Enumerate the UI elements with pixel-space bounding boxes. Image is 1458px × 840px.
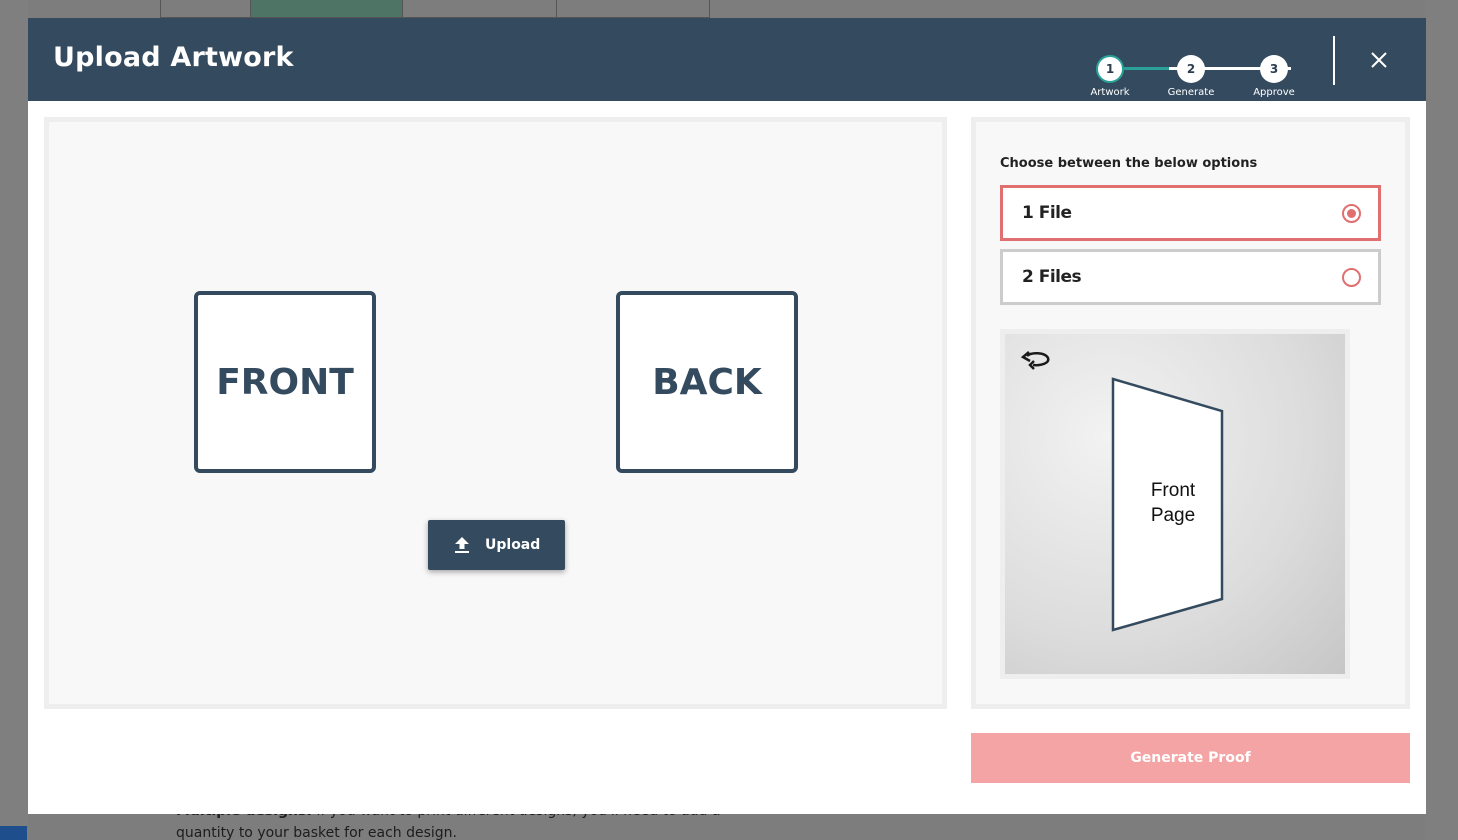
step-generate[interactable]: 2 Generate	[1166, 36, 1216, 98]
step-approve[interactable]: 3 Approve	[1249, 36, 1299, 98]
step-number: 1	[1096, 55, 1124, 83]
front-page-line2: Page	[1151, 505, 1195, 526]
step-number: 2	[1177, 55, 1205, 83]
front-side-card[interactable]: FRONT	[194, 291, 376, 473]
close-button[interactable]	[1364, 45, 1394, 75]
step-label: Approve	[1253, 87, 1295, 98]
step-label: Generate	[1167, 87, 1215, 98]
option-label: 1 File	[1022, 203, 1072, 223]
options-heading: Choose between the below options	[1000, 156, 1258, 171]
close-icon	[1371, 52, 1387, 68]
back-side-card[interactable]: BACK	[616, 291, 798, 473]
artwork-panel: FRONT BACK Upload	[44, 117, 947, 709]
options-panel: Choose between the below options 1 File …	[971, 117, 1410, 709]
option-1-file[interactable]: 1 File	[1000, 185, 1381, 241]
step-number: 3	[1260, 55, 1288, 83]
step-label: Artwork	[1090, 87, 1130, 98]
generate-proof-button[interactable]: Generate Proof	[971, 733, 1410, 783]
background-badge	[0, 826, 27, 840]
front-page-line1: Front	[1151, 480, 1196, 501]
background-table	[160, 0, 710, 18]
modal-title: Upload Artwork	[53, 42, 294, 73]
progress-stepper: 1 Artwork 2 Generate 3 Approve	[1086, 36, 1316, 98]
radio-checked-icon[interactable]	[1342, 204, 1361, 223]
upload-icon	[455, 537, 469, 553]
front-page-mockup: Front Page	[1111, 377, 1224, 632]
upload-button[interactable]: Upload	[428, 520, 565, 570]
upload-button-label: Upload	[485, 537, 541, 553]
preview-canvas: Front Page	[1005, 334, 1345, 674]
rotate-icon[interactable]	[1017, 348, 1053, 372]
step-artwork[interactable]: 1 Artwork	[1085, 36, 1135, 98]
header-divider	[1333, 36, 1335, 85]
modal-header: Upload Artwork 1 Artwork 2 Generate 3 Ap…	[28, 18, 1426, 101]
radio-unchecked-icon[interactable]	[1342, 268, 1361, 287]
upload-artwork-modal: Upload Artwork 1 Artwork 2 Generate 3 Ap…	[28, 18, 1426, 814]
option-label: 2 Files	[1022, 267, 1082, 287]
option-2-files[interactable]: 2 Files	[1000, 249, 1381, 305]
artwork-preview: Front Page	[1000, 329, 1350, 679]
